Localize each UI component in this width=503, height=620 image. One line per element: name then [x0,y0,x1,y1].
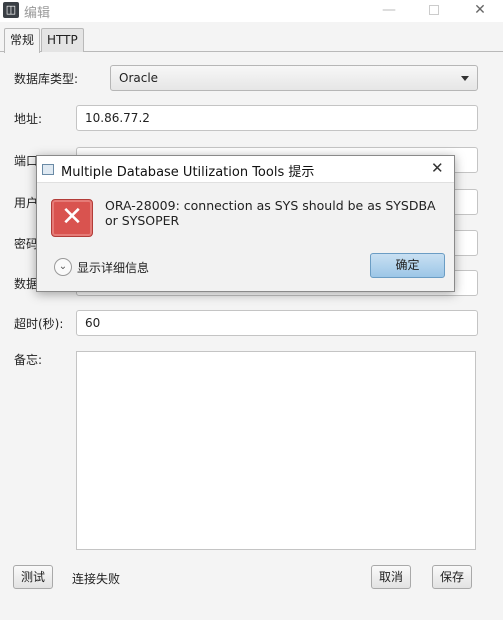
window-title: 编辑 [24,6,51,21]
db-type-value: Oracle [119,71,159,85]
address-label: 地址: [14,112,43,126]
app-icon: ◫ [3,2,19,18]
window-icon [42,164,54,175]
ok-button[interactable]: 确定 [370,253,445,278]
user-label: 用户 [14,196,39,210]
db-type-label: 数据库类型: [14,72,79,86]
window-titlebar: ◫ 编辑 — ✕ [0,0,503,22]
tab-bar: 常规 HTTP [0,26,503,53]
database-label: 数据 [14,277,39,291]
timeout-input[interactable]: 60 [76,310,478,336]
address-input[interactable]: 10.86.77.2 [76,105,478,131]
dialog-title: Multiple Database Utilization Tools 提示 [61,165,315,180]
close-icon[interactable]: ✕ [466,0,494,22]
show-details-label[interactable]: 显示详细信息 [77,259,149,276]
minimize-icon[interactable]: — [375,0,403,22]
remark-label: 备忘: [14,353,43,367]
test-button[interactable]: 测试 [13,565,54,589]
error-dialog: Multiple Database Utilization Tools 提示 ✕… [36,155,455,292]
save-button[interactable]: 保存 [432,565,473,589]
tab-general[interactable]: 常规 [4,28,41,53]
chevron-down-icon [461,76,469,81]
dialog-titlebar: Multiple Database Utilization Tools 提示 ✕ [37,156,454,183]
error-icon: ✕ [51,199,93,237]
dialog-message: ORA-28009: connection as SYS should be a… [105,198,436,228]
maximize-icon[interactable] [420,0,448,22]
db-type-select[interactable]: Oracle [110,65,478,91]
remark-textarea[interactable] [76,351,476,550]
dialog-close-icon[interactable]: ✕ [431,159,444,177]
chevron-down-icon[interactable]: ⌄ [54,258,72,276]
connection-status: 连接失败 [72,572,121,586]
cancel-button[interactable]: 取消 [371,565,412,589]
tab-http[interactable]: HTTP [41,28,84,52]
timeout-label: 超时(秒): [14,317,64,331]
password-label: 密码 [14,237,39,251]
port-label: 端口 [14,154,39,168]
